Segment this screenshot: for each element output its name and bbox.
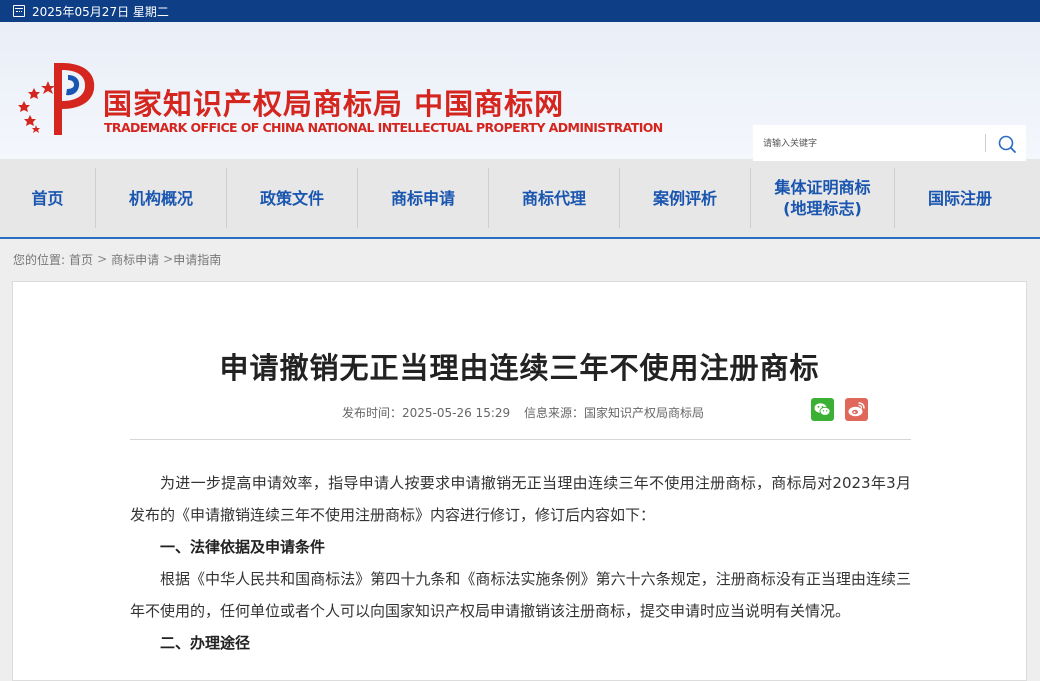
main-nav: 首页 机构概况 政策文件 商标申请 商标代理 案例评析 集体证明商标 (地理标志…: [0, 159, 1040, 239]
title-divider: [130, 439, 911, 440]
article-paragraph: 根据《中华人民共和国商标法》第四十九条和《商标法实施条例》第六十六条规定，注册商…: [130, 570, 911, 620]
article-card: 申请撤销无正当理由连续三年不使用注册商标 发布时间：2025-05-26 15:…: [12, 281, 1027, 681]
site-title-cn: 国家知识产权局商标局 中国商标网: [103, 87, 565, 121]
search-box: [753, 125, 1026, 161]
search-input[interactable]: [753, 125, 983, 161]
section-heading: 一、法律依据及申请条件: [160, 538, 326, 556]
article-paragraph: 为进一步提高申请效率，指导申请人按要求申请撤销无正当理由连续三年不使用注册商标，…: [130, 474, 911, 524]
nav-item-application[interactable]: 商标申请: [358, 168, 489, 228]
article-title: 申请撤销无正当理由连续三年不使用注册商标: [219, 351, 820, 385]
nav-item-home[interactable]: 首页: [0, 168, 96, 228]
nav-item-collective-marks[interactable]: 集体证明商标 (地理标志): [751, 168, 895, 228]
current-date: 2025年05月27日 星期二: [32, 4, 169, 19]
breadcrumb-application[interactable]: 商标申请: [111, 251, 159, 268]
top-bar: 2025年05月27日 星期二: [0, 0, 1040, 22]
nav-item-international[interactable]: 国际注册: [895, 168, 1025, 228]
search-divider: [985, 134, 986, 152]
nav-item-policy[interactable]: 政策文件: [227, 168, 358, 228]
site-title-en: TRADEMARK OFFICE OF CHINA NATIONAL INTEL…: [104, 120, 663, 135]
info-source: 信息来源：国家知识产权局商标局: [523, 406, 704, 420]
search-icon[interactable]: [997, 134, 1017, 154]
cnipa-logo[interactable]: [12, 55, 96, 137]
calendar-icon: [13, 5, 25, 17]
wechat-icon[interactable]: [811, 398, 834, 421]
weibo-icon[interactable]: [845, 398, 868, 421]
breadcrumb-guide[interactable]: 申请指南: [173, 251, 221, 268]
nav-item-about[interactable]: 机构概况: [96, 168, 227, 228]
nav-item-cases[interactable]: 案例评析: [620, 168, 751, 228]
breadcrumb-prefix: 您的位置:: [13, 252, 66, 267]
article-body: 为进一步提高申请效率，指导申请人按要求申请撤销无正当理由连续三年不使用注册商标，…: [130, 467, 911, 659]
breadcrumb-home[interactable]: 首页: [69, 251, 93, 268]
section-heading: 二、办理途径: [160, 634, 251, 652]
site-header: 国家知识产权局商标局 中国商标网 TRADEMARK OFFICE OF CHI…: [0, 22, 1040, 161]
breadcrumb-separator: >: [97, 252, 108, 266]
nav-item-agency[interactable]: 商标代理: [489, 168, 620, 228]
breadcrumb-separator: >: [163, 252, 174, 266]
article-meta: 发布时间：2025-05-26 15:29 信息来源：国家知识产权局商标局: [342, 404, 714, 421]
breadcrumb: 您的位置: 首页 > 商标申请 > 申请指南: [0, 239, 1040, 279]
publish-time: 发布时间：2025-05-26 15:29: [342, 406, 511, 420]
